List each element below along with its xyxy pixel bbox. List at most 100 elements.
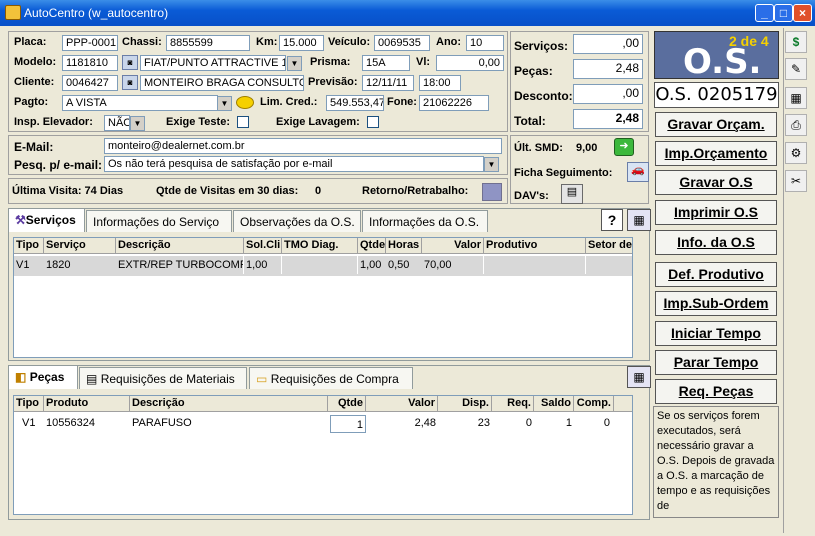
col-header[interactable]: TMO Diag. [282, 238, 358, 254]
maximize-button[interactable]: □ [774, 4, 793, 22]
pesq-select[interactable]: Os não terá pesquisa de satisfação por e… [104, 156, 484, 172]
imp-orcamento-button[interactable]: Imp.Orçamento [655, 141, 777, 166]
ano-field[interactable]: 10 [466, 35, 504, 51]
previsao-hora-field[interactable]: 18:00 [419, 75, 461, 91]
veiculo-field[interactable]: 0069535 [374, 35, 430, 51]
qtde-visitas-value: 0 [315, 185, 322, 197]
col-header[interactable]: Valor [366, 396, 438, 412]
col-header[interactable]: Saldo [534, 396, 574, 412]
tab-pecas[interactable]: ◧ Peças [8, 365, 78, 389]
chart-icon[interactable]: ▦ [785, 87, 807, 109]
lookup-icon[interactable]: ◙ [122, 55, 138, 70]
exige-lavagem-label: Exige Lavagem: [276, 116, 360, 128]
tab-observacoes-os[interactable]: Observações da O.S. [233, 210, 361, 232]
chassi-field[interactable]: 8855599 [166, 35, 250, 51]
col-header[interactable]: Qtde [358, 238, 386, 254]
retorno-label: Retorno/Retrabalho: [362, 185, 469, 197]
exige-lavagem-checkbox[interactable] [367, 116, 379, 128]
insp-label: Insp. Elevador: [14, 116, 93, 128]
coin-icon[interactable] [236, 96, 254, 109]
car-icon[interactable]: 🚗 [627, 162, 649, 182]
col-header[interactable]: Horas [386, 238, 422, 254]
chassi-label: Chassi: [122, 36, 162, 48]
imprimir-os-button[interactable]: Imprimir O.S [655, 200, 777, 225]
tab-requisicoes-materiais[interactable]: ▤ Requisições de Materiais [79, 367, 247, 389]
col-header[interactable]: Tipo [14, 396, 44, 412]
chevron-down-icon[interactable]: ▼ [484, 157, 499, 172]
grid-settings-icon[interactable]: ▦ [627, 366, 651, 388]
def-produtivo-button[interactable]: Def. Produtivo [655, 262, 777, 287]
col-header[interactable]: Disp. [438, 396, 492, 412]
info-os-button[interactable]: Info. da O.S [655, 230, 777, 255]
parar-tempo-button[interactable]: Parar Tempo [655, 350, 777, 375]
email-field[interactable]: monteiro@dealernet.com.br [104, 138, 502, 154]
col-header[interactable]: Tipo [14, 238, 44, 254]
gear-icon[interactable]: ⚙ [785, 142, 807, 164]
retorno-indicator[interactable] [482, 183, 502, 201]
exige-teste-checkbox[interactable] [237, 116, 249, 128]
col-header[interactable]: Qtde [328, 396, 366, 412]
insp-select[interactable]: NÃO [104, 115, 130, 131]
col-header[interactable]: Descrição [130, 396, 328, 412]
tab-servicos[interactable]: ⚒Serviços [8, 208, 85, 232]
document-icon[interactable]: ▤ [561, 184, 583, 204]
gravar-orcamento-button[interactable]: Gravar Orçam. [655, 112, 777, 137]
chevron-down-icon[interactable]: ▼ [217, 96, 232, 111]
tools-icon[interactable]: ✂ [785, 170, 807, 192]
edit-icon[interactable]: ✎ [785, 58, 807, 80]
grid-settings-icon[interactable]: ▦ [627, 209, 651, 231]
modelo-code-field[interactable]: 1181810 [62, 55, 118, 71]
col-header[interactable]: Descrição [116, 238, 244, 254]
col-header[interactable]: Req. [492, 396, 534, 412]
table-row[interactable]: V1 10556324 PARAFUSO 1 2,48 23 0 1 0 [14, 414, 632, 434]
req-pecas-button[interactable]: Req. Peças [655, 379, 777, 404]
ult-smd-label: Últ. SMD: [514, 142, 563, 154]
col-header[interactable]: Valor [422, 238, 484, 254]
help-icon[interactable]: ? [601, 209, 623, 231]
qtde-input[interactable]: 1 [330, 415, 366, 433]
pagto-select[interactable]: A VISTA [62, 95, 218, 111]
print-icon[interactable]: ⎙ [785, 114, 807, 136]
col-header[interactable]: Setor de [586, 238, 632, 254]
limcred-field: 549.553,47 [326, 95, 384, 111]
ultima-visita: Última Visita: 74 Dias [12, 185, 124, 197]
col-header[interactable]: Produto [44, 396, 130, 412]
cliente-code-field[interactable]: 0046427 [62, 75, 118, 91]
cell: 1,00 [360, 259, 382, 271]
tab-informacoes-servico[interactable]: Informações do Serviço [86, 210, 232, 232]
tab-informacoes-os[interactable]: Informações da O.S. [362, 210, 488, 232]
parts-icon: ◧ [15, 370, 27, 384]
window-title: AutoCentro (w_autocentro) [24, 6, 169, 20]
arrow-icon[interactable]: ➜ [614, 138, 634, 156]
iniciar-tempo-button[interactable]: Iniciar Tempo [655, 321, 777, 346]
table-row[interactable]: V1 1820 EXTR/REP TURBOCOMPR 1,00 1,00 0,… [14, 256, 632, 276]
cell: 1820 [46, 259, 71, 271]
gravar-os-button[interactable]: Gravar O.S [655, 170, 777, 195]
col-header[interactable]: Comp. [574, 396, 614, 412]
col-header[interactable]: Produtivo [484, 238, 586, 254]
placa-field[interactable]: PPP-0001 [62, 35, 118, 51]
chevron-down-icon[interactable]: ▼ [130, 116, 145, 131]
chevron-down-icon[interactable]: ▼ [287, 56, 302, 71]
qtde-visitas-label: Qtde de Visitas em 30 dias: [156, 185, 299, 197]
modelo-desc-field[interactable]: FIAT/PUNTO ATTRACTIVE 1.4 [140, 55, 286, 71]
previsao-data-field[interactable]: 12/11/11 [362, 75, 414, 91]
imp-sub-ordem-button[interactable]: Imp.Sub-Ordem [655, 291, 777, 316]
col-header[interactable]: Sol.Cli. [244, 238, 282, 254]
desconto-field[interactable]: ,00 [573, 84, 643, 104]
os-title: O.S. [683, 42, 762, 82]
minimize-button[interactable]: _ [755, 4, 774, 22]
cell: 1 [565, 417, 572, 429]
prisma-field[interactable]: 15A [362, 55, 410, 71]
col-header[interactable]: Serviço [44, 238, 116, 254]
lookup-icon[interactable]: ◙ [122, 75, 138, 90]
fone-field[interactable]: 21062226 [419, 95, 489, 111]
cell: V1 [22, 417, 36, 429]
tab-requisicoes-compra[interactable]: ▭ Requisições de Compra [249, 367, 413, 389]
vl-field[interactable]: 0,00 [436, 55, 504, 71]
cell: 0 [525, 417, 532, 429]
close-button[interactable]: × [793, 4, 812, 22]
km-field[interactable]: 15.000 [279, 35, 324, 51]
cliente-nome-field[interactable]: MONTEIRO BRAGA CONSULTORIA [140, 75, 304, 91]
dollar-icon[interactable]: $ [785, 31, 807, 53]
